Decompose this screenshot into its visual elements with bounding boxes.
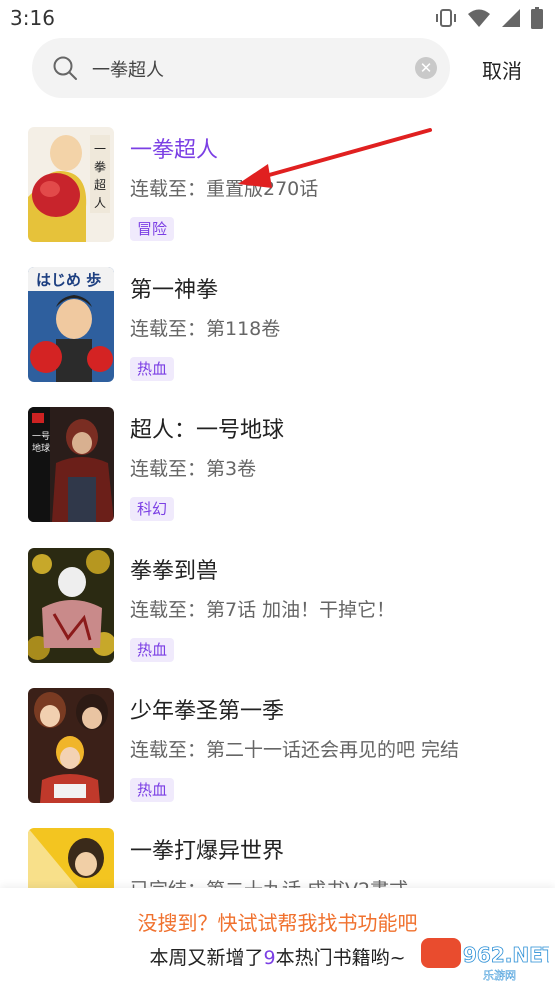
vibrate-icon — [436, 9, 456, 27]
genre-tag: 科幻 — [130, 497, 175, 521]
book-title: 一拳超人 — [130, 138, 219, 163]
book-cover[interactable] — [28, 828, 114, 888]
book-title: 拳拳到兽 — [130, 559, 219, 584]
svg-text:一号: 一号 — [32, 431, 50, 442]
svg-text:962.NET: 962.NET — [463, 943, 549, 967]
cancel-button[interactable]: 取消 — [482, 55, 522, 84]
book-progress: 连载至：第118卷 — [130, 318, 281, 340]
status-bar: 3:16 — [0, 0, 555, 36]
watermark-logo: 962.NET 乐游网 — [421, 938, 549, 982]
list-item[interactable]: 拳拳到兽 连载至：第7话 加油！干掉它！ 热血 — [0, 533, 555, 663]
book-progress: 已完结：第二十九话 成书V2書式 — [130, 875, 408, 888]
result-list: 一 拳 超 人 一拳超人 连载至：重置版270话 冒险 はじめ 歩 第一神拳 连… — [0, 112, 555, 888]
list-item[interactable]: 少年拳圣第一季 连载至：第二十一话还会再见的吧 完结 热血 — [0, 673, 555, 803]
book-cover[interactable] — [28, 688, 114, 803]
bottom-hint-panel: 没搜到？快试试帮我找书功能吧 本周又新增了9本热门书籍哟~ 962.NET 乐游… — [0, 888, 555, 988]
book-progress: 连载至：第3卷 — [130, 458, 257, 480]
svg-text:超: 超 — [94, 177, 106, 192]
svg-text:はじめ 歩: はじめ 歩 — [36, 271, 101, 289]
svg-text:一: 一 — [94, 142, 106, 156]
find-book-link[interactable]: 没搜到？快试试帮我找书功能吧 — [0, 907, 555, 936]
list-item[interactable]: 一 拳 超 人 一拳超人 连载至：重置版270话 冒险 — [0, 112, 555, 242]
book-progress: 连载至：第7话 加油！干掉它！ — [130, 599, 396, 621]
genre-tag: 热血 — [130, 778, 175, 802]
book-title: 超人：一号地球 — [130, 418, 285, 443]
book-title: 第一神拳 — [130, 278, 219, 303]
list-item[interactable]: はじめ 歩 第一神拳 连载至：第118卷 热血 — [0, 252, 555, 382]
book-cover[interactable]: はじめ 歩 — [28, 267, 114, 382]
hint-prefix: 本周又新增了 — [149, 947, 264, 969]
list-item[interactable]: 一号 地球 超人：一号地球 连载至：第3卷 科幻 — [0, 392, 555, 522]
close-icon[interactable]: ✕ — [415, 57, 437, 79]
svg-text:地球: 地球 — [32, 442, 50, 454]
book-progress: 连载至：重置版270话 — [130, 178, 319, 200]
book-title: 一拳打爆异世界 — [130, 839, 285, 864]
book-cover[interactable]: 一号 地球 — [28, 407, 114, 522]
search-box[interactable]: ✕ — [32, 38, 450, 98]
svg-text:拳: 拳 — [94, 159, 106, 174]
hint-count: 9 — [263, 947, 276, 969]
list-item[interactable]: 一拳打爆异世界 已完结：第二十九话 成书V2書式 — [0, 813, 555, 888]
svg-text:人: 人 — [94, 196, 106, 210]
status-time: 3:16 — [10, 6, 55, 30]
genre-tag: 热血 — [130, 638, 175, 662]
book-cover[interactable]: 一 拳 超 人 — [28, 127, 114, 242]
battery-icon — [531, 7, 543, 29]
hint-suffix: 本热门书籍哟~ — [275, 947, 406, 969]
book-cover[interactable] — [28, 548, 114, 663]
search-input[interactable] — [90, 48, 414, 90]
book-progress: 连载至：第二十一话还会再见的吧 完结 — [130, 739, 460, 761]
book-title: 少年拳圣第一季 — [130, 699, 285, 724]
signal-icon — [502, 9, 520, 27]
genre-tag: 热血 — [130, 357, 175, 381]
status-icons — [435, 7, 543, 29]
search-icon — [53, 56, 77, 80]
svg-text:乐游网: 乐游网 — [483, 969, 516, 982]
genre-tag: 冒险 — [130, 217, 175, 241]
wifi-icon — [468, 9, 490, 27]
